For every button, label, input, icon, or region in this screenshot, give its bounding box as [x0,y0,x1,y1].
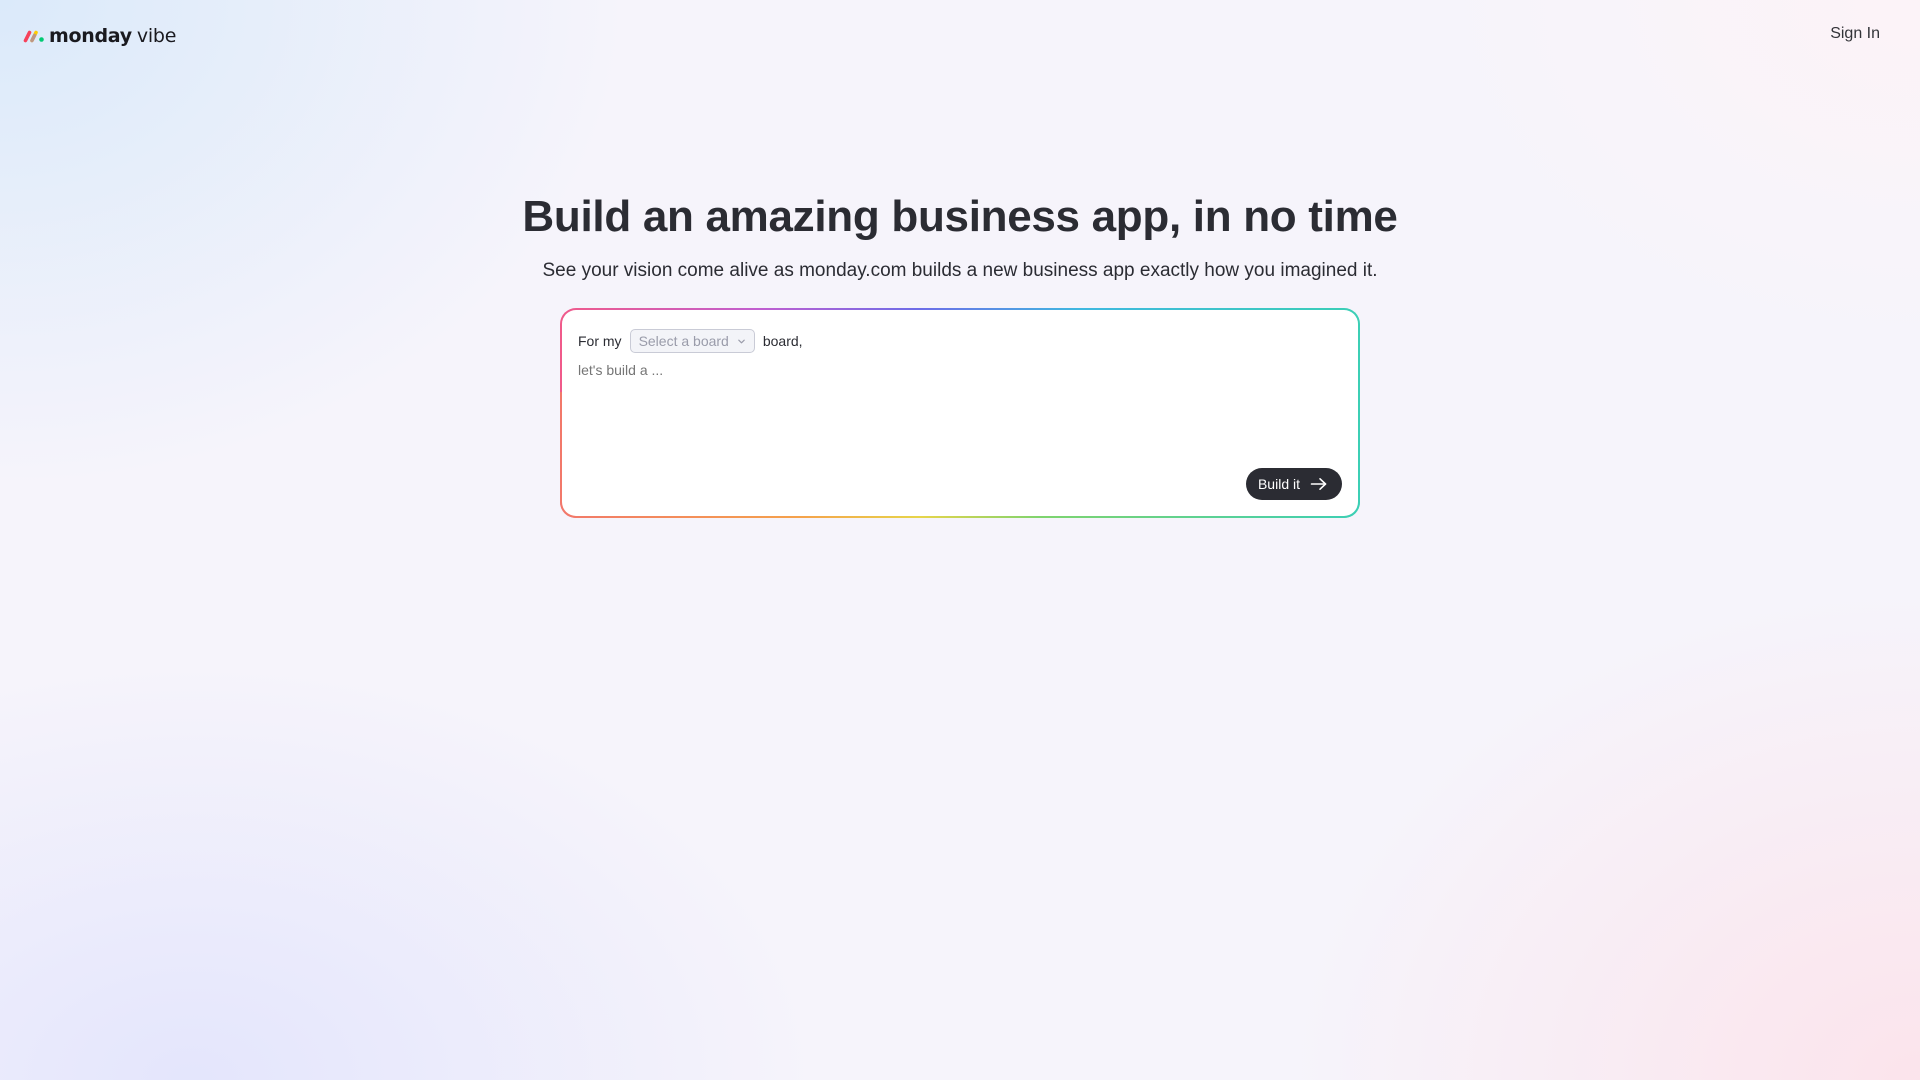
board-select-placeholder: Select a board [638,333,729,349]
prompt-prefix-label: For my [578,333,622,349]
build-it-button[interactable]: Build it [1245,468,1342,500]
page-title: Build an amazing business app, in no tim… [522,192,1398,241]
build-it-label: Build it [1257,476,1300,492]
logo-product-name: vibe [136,25,177,47]
prompt-card: For my Select a board board, Build it [560,308,1360,518]
page-subtitle: See your vision come alive as monday.com… [542,260,1378,281]
board-select-dropdown[interactable]: Select a board [629,329,755,353]
monday-logo-icon [23,30,44,43]
sign-in-button[interactable]: Sign In [1830,25,1880,43]
prompt-card-body: For my Select a board board, Build it [562,310,1358,516]
logo-wordmark: monday [49,25,132,47]
prompt-suffix-label: board, [762,333,803,349]
chevron-down-icon [738,339,745,343]
arrow-right-icon [1310,477,1327,490]
board-selector-row: For my Select a board board, [578,328,1342,354]
logo[interactable]: monday vibe [23,23,176,49]
app-description-input[interactable] [578,362,1278,378]
top-bar: monday vibe Sign In [0,0,1920,72]
